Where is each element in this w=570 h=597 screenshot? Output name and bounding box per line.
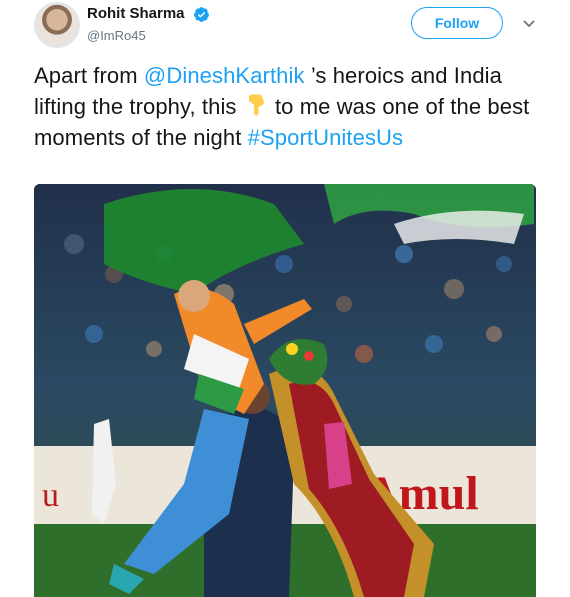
hashtag-link[interactable]: #SportUnitesUs bbox=[248, 125, 403, 150]
follow-button[interactable]: Follow bbox=[411, 7, 503, 39]
pointing-down-emoji-icon bbox=[248, 94, 264, 116]
banner-left-text: u bbox=[42, 477, 59, 514]
verified-badge-icon bbox=[194, 7, 209, 22]
user-handle[interactable]: @ImRo45 bbox=[87, 28, 146, 43]
chevron-down-icon[interactable] bbox=[518, 13, 540, 35]
tweet-text-part: Apart from bbox=[34, 63, 144, 88]
tweet-header: Rohit Sharma @ImRo45 Follow bbox=[0, 0, 570, 56]
tweet-text: Apart from @DineshKarthik ’s heroics and… bbox=[34, 60, 544, 153]
avatar[interactable] bbox=[34, 2, 80, 48]
tweet-media-photo[interactable]: u Amul bbox=[34, 184, 536, 597]
mention-link[interactable]: @DineshKarthik bbox=[144, 63, 305, 88]
user-name[interactable]: Rohit Sharma bbox=[87, 5, 185, 23]
